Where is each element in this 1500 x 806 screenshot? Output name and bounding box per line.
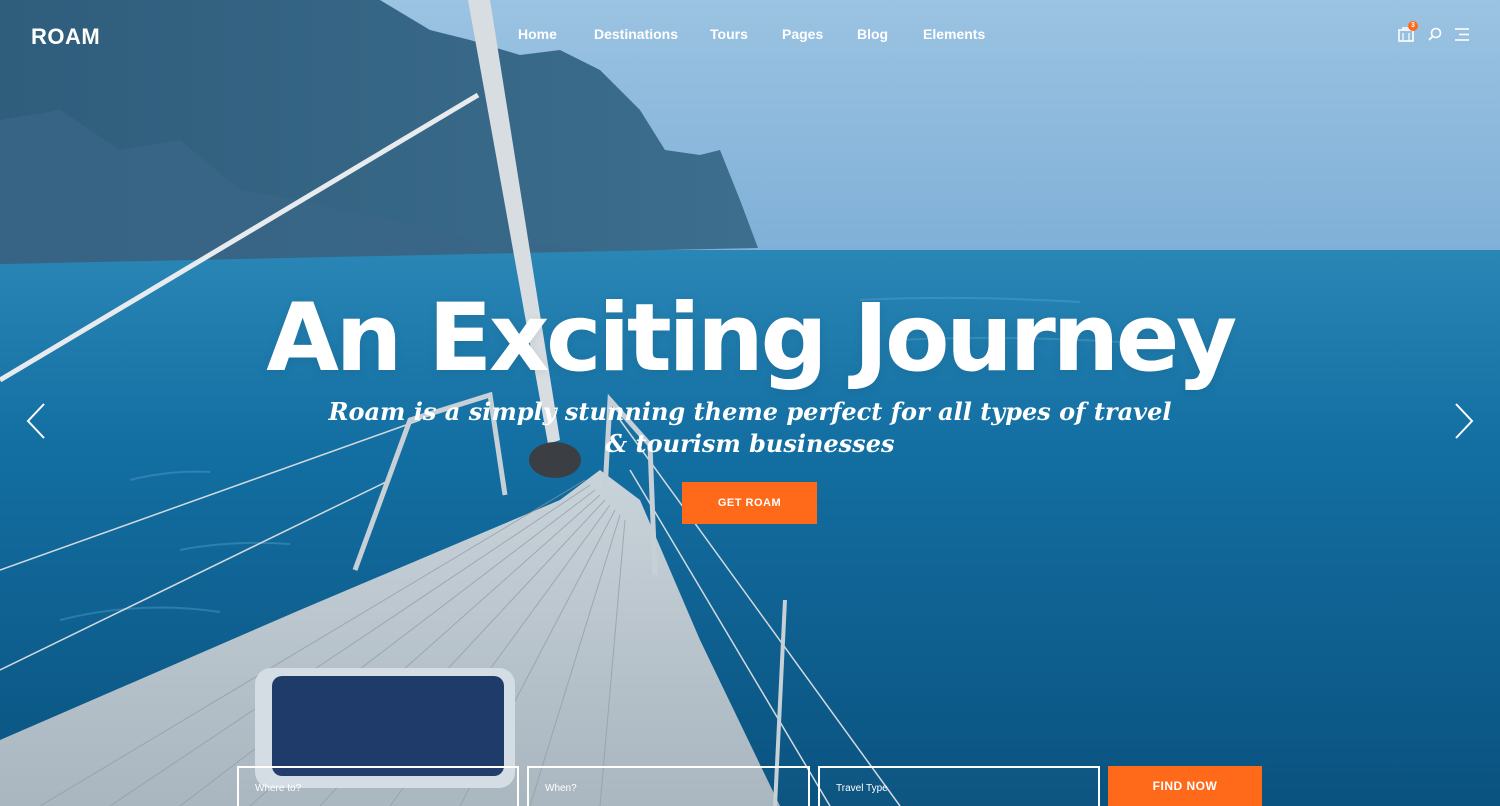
chevron-left-icon[interactable] [25,402,47,440]
nav-item-elements[interactable]: Elements [923,26,985,42]
hamburger-menu-icon[interactable] [1455,28,1469,41]
hero-slide: ROAM Home Destinations Tours Pages Blog … [0,0,1500,806]
date-placeholder: When? [545,783,577,794]
nav-item-pages[interactable]: Pages [782,26,823,42]
nav-item-blog[interactable]: Blog [857,26,888,42]
cart-count-badge: 3 [1408,21,1418,31]
nav-item-tours[interactable]: Tours [710,26,748,42]
hero-headline: An Exciting Journey [266,284,1237,393]
search-icon[interactable] [1428,27,1442,41]
travel-type-field[interactable]: Travel Type [818,766,1100,806]
get-roam-button[interactable]: GET ROAM [682,482,817,524]
destination-placeholder: Where to? [255,783,302,794]
chevron-right-icon[interactable] [1453,402,1475,440]
travel-type-placeholder: Travel Type [836,783,888,794]
hero-subtitle-line-2: & tourism businesses [605,429,895,458]
nav-item-destinations[interactable]: Destinations [594,26,678,42]
nav-item-home[interactable]: Home [518,26,557,42]
date-field[interactable]: When? [527,766,810,806]
destination-field[interactable]: Where to? [237,766,519,806]
site-logo[interactable]: ROAM [31,24,100,50]
find-now-button[interactable]: FIND NOW [1108,766,1262,806]
hero-subtitle-line-1: Roam is a simply stunning theme perfect … [328,397,1172,426]
